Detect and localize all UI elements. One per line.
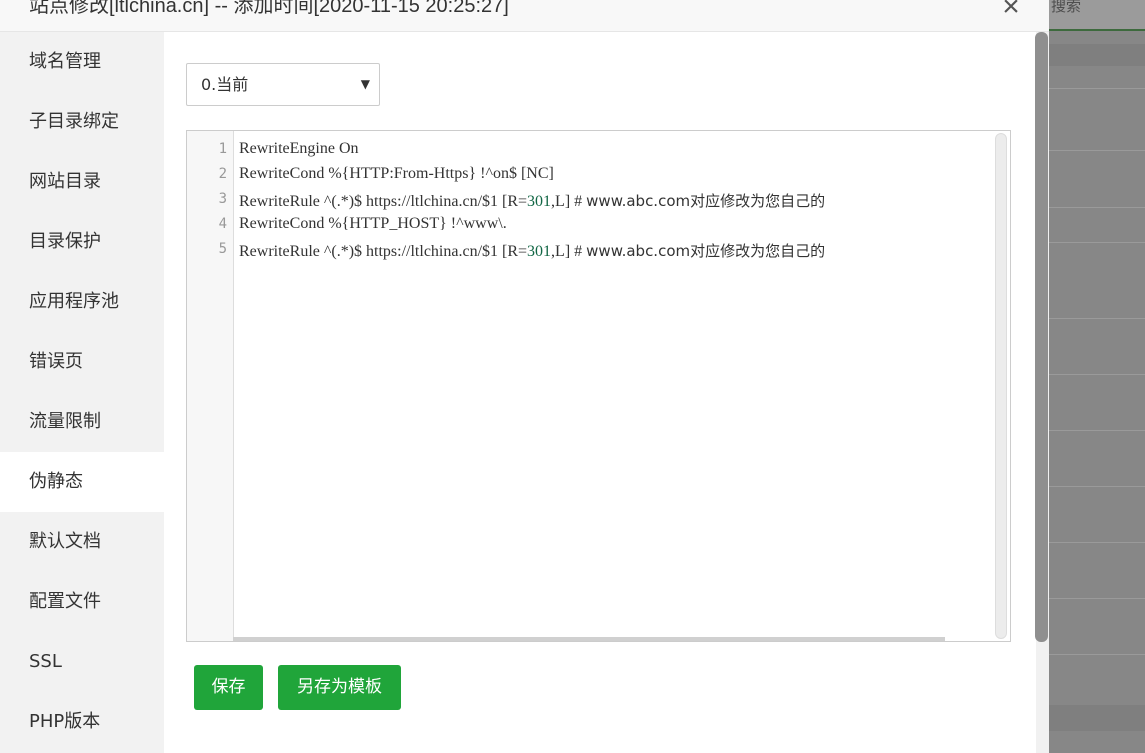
line-number: 1 xyxy=(218,141,227,157)
code-line: RewriteEngine On xyxy=(239,140,359,157)
sidebar-item-rewrite[interactable]: 伪静态 xyxy=(0,452,164,512)
editor-vertical-scrollbar[interactable] xyxy=(995,133,1007,639)
rewrite-template-value: 0.当前 xyxy=(201,75,249,94)
code-line: RewriteRule ^(.*)$ https://ltlchina.cn/$… xyxy=(239,240,825,261)
code-number-token: 301 xyxy=(527,243,552,260)
background-search-label: 搜索 xyxy=(1051,0,1082,15)
save-as-template-button[interactable]: 另存为模板 xyxy=(278,665,401,710)
background-row-divider xyxy=(1049,207,1145,208)
code-token: ,L] # xyxy=(551,193,587,210)
code-line: RewriteCond %{HTTP:From-Https} !^on$ [NC… xyxy=(239,165,554,182)
background-search-underline xyxy=(1049,29,1145,31)
code-line: RewriteCond %{HTTP_HOST} !^www\. xyxy=(239,215,507,232)
background-row-divider xyxy=(1049,430,1145,431)
sidebar-item-app-pool[interactable]: 应用程序池 xyxy=(0,272,164,332)
code-line: RewriteRule ^(.*)$ https://ltlchina.cn/$… xyxy=(239,190,825,211)
background-row-divider xyxy=(1049,374,1145,375)
background-row-divider xyxy=(1049,88,1145,89)
dialog-header: 站点修改[ltlchina.cn] -- 添加时间[2020-11-15 20:… xyxy=(0,0,1049,32)
sidebar-item-site-directory[interactable]: 网站目录 xyxy=(0,152,164,212)
site-settings-dialog: 站点修改[ltlchina.cn] -- 添加时间[2020-11-15 20:… xyxy=(0,0,1049,753)
background-row-divider xyxy=(1049,318,1145,319)
code-token: RewriteRule ^(.*)$ https://ltlchina.cn/$… xyxy=(239,193,528,210)
background-search-tab: 搜索 xyxy=(1049,0,1145,30)
background-row-divider xyxy=(1049,242,1145,243)
dialog-title: 站点修改[ltlchina.cn] -- 添加时间[2020-11-15 20:… xyxy=(29,0,509,17)
code-token: ,L] # xyxy=(551,243,587,260)
background-row-divider xyxy=(1049,150,1145,151)
code-token: RewriteRule ^(.*)$ https://ltlchina.cn/$… xyxy=(239,243,528,260)
rewrite-template-select[interactable]: 0.当前 ▼ xyxy=(186,63,380,106)
sidebar-item-traffic-limit[interactable]: 流量限制 xyxy=(0,392,164,452)
sidebar-item-php-version[interactable]: PHP版本 xyxy=(0,692,164,752)
sidebar-item-ssl[interactable]: SSL xyxy=(0,632,164,692)
sidebar-item-subdirectory-binding[interactable]: 子目录绑定 xyxy=(0,92,164,152)
code-number-token: 301 xyxy=(527,193,552,210)
background-header-row xyxy=(1049,44,1145,66)
save-button[interactable]: 保存 xyxy=(194,665,263,710)
sidebar-item-config-file[interactable]: 配置文件 xyxy=(0,572,164,632)
background-row-divider xyxy=(1049,486,1145,487)
sidebar-item-default-document[interactable]: 默认文档 xyxy=(0,512,164,572)
line-number: 5 xyxy=(218,241,227,257)
code-comment: www.abc.com对应修改为您自己的 xyxy=(586,242,826,260)
sidebar-item-directory-protection[interactable]: 目录保护 xyxy=(0,212,164,272)
dialog-scrollbar[interactable] xyxy=(1035,32,1048,642)
sidebar-item-error-page[interactable]: 错误页 xyxy=(0,332,164,392)
line-number: 2 xyxy=(218,166,227,182)
chevron-down-icon: ▼ xyxy=(360,77,370,91)
code-comment: www.abc.com对应修改为您自己的 xyxy=(586,192,826,210)
background-row-divider xyxy=(1049,598,1145,599)
rewrite-code-editor[interactable]: 1 2 3 4 5 RewriteEngine On RewriteCond %… xyxy=(186,130,1011,642)
background-row-divider xyxy=(1049,542,1145,543)
background-footer-row xyxy=(1049,705,1145,731)
background-page xyxy=(1049,0,1145,753)
sidebar-item-domain-management[interactable]: 域名管理 xyxy=(0,32,164,92)
editor-horizontal-scrollbar[interactable] xyxy=(233,637,945,641)
background-row-divider xyxy=(1049,654,1145,655)
line-number: 4 xyxy=(218,216,227,232)
line-number: 3 xyxy=(218,191,227,207)
close-icon[interactable]: × xyxy=(996,0,1026,22)
line-number-gutter: 1 2 3 4 5 xyxy=(187,131,234,641)
